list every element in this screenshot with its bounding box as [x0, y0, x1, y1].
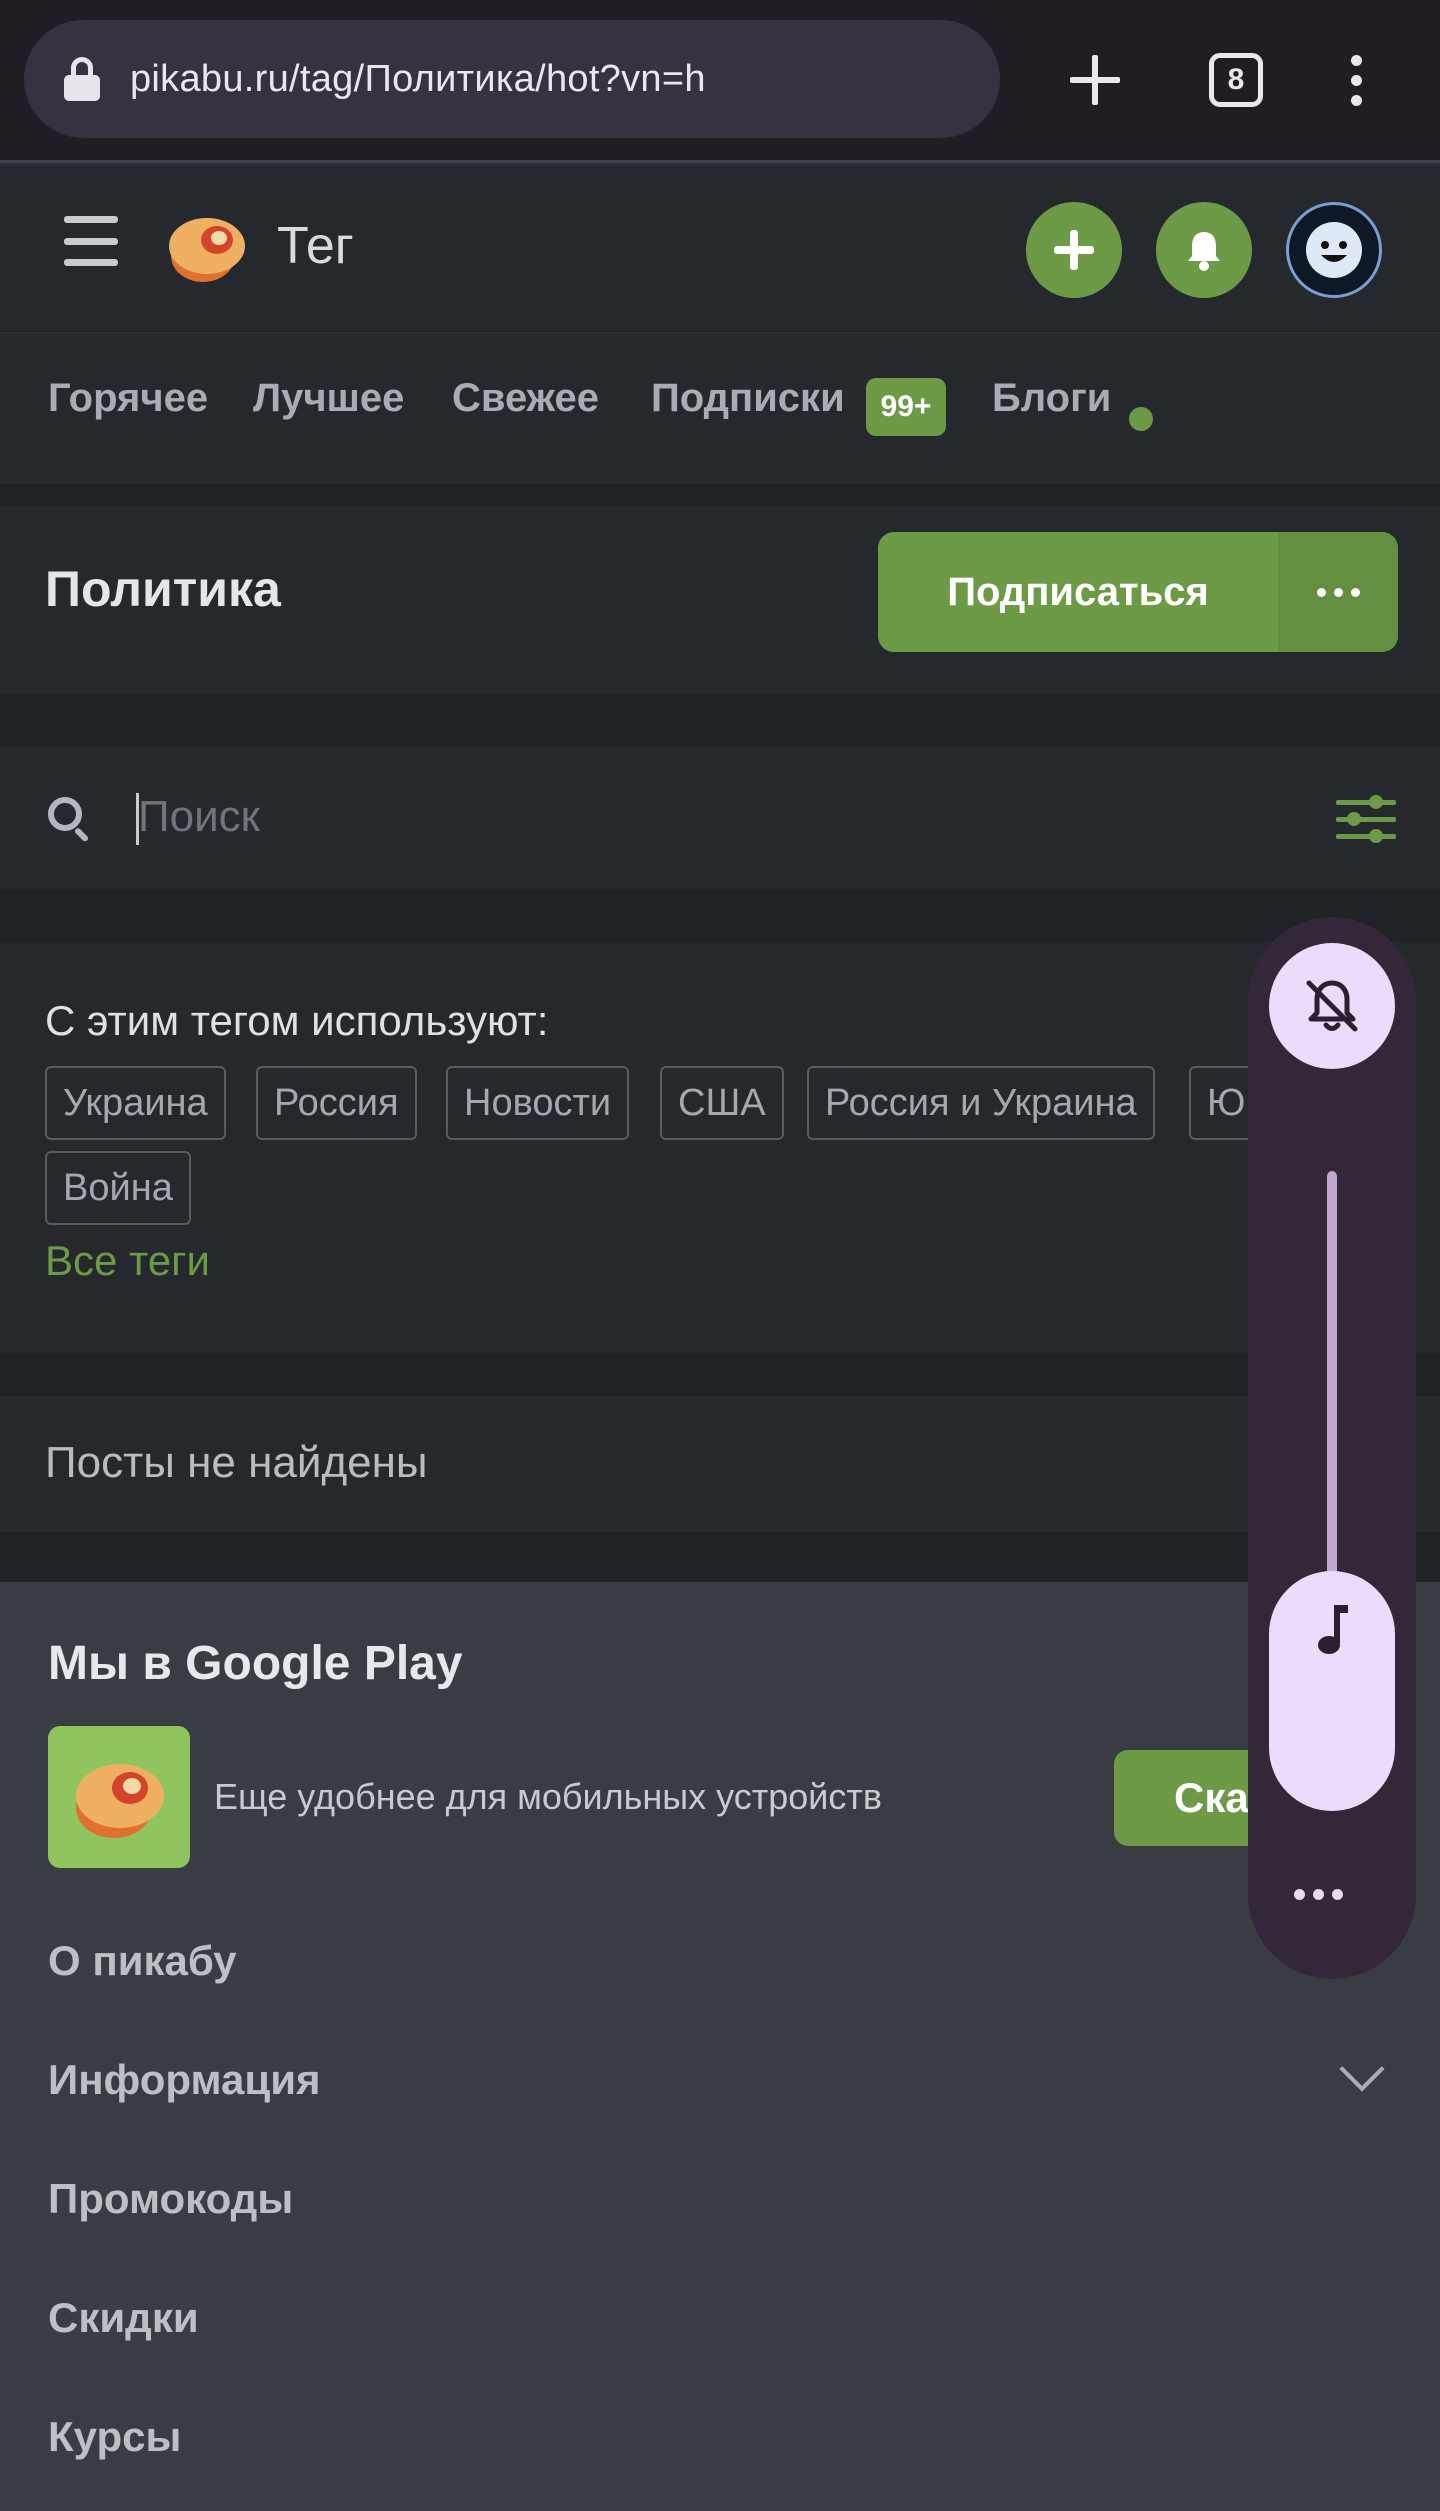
search-bar	[0, 747, 1440, 890]
filter-icon[interactable]	[1336, 794, 1396, 844]
tag-chip[interactable]: Россия и Украина	[807, 1066, 1155, 1140]
more-options-button[interactable]	[1278, 532, 1398, 652]
footer-link-about[interactable]: О пикабу	[48, 1937, 237, 1985]
related-tags-title: С этим тегом используют:	[45, 997, 549, 1044]
browser-toolbar: pikabu.ru/tag/Политика/hot?vn=h 8	[0, 0, 1440, 163]
all-tags-link[interactable]: Все теги	[45, 1237, 210, 1285]
app-icon	[48, 1726, 190, 1868]
divider	[0, 890, 1440, 942]
tab-hot[interactable]: Горячее	[48, 376, 208, 421]
url-text: pikabu.ru/tag/Политика/hot?vn=h	[130, 57, 706, 100]
menu-icon[interactable]	[64, 216, 118, 266]
tab-fresh[interactable]: Свежее	[452, 376, 599, 421]
tag-chip[interactable]: США	[660, 1066, 784, 1140]
browser-menu-button[interactable]	[1316, 40, 1396, 120]
volume-panel	[1248, 917, 1416, 1979]
new-tab-button[interactable]	[1055, 40, 1135, 120]
tab-best[interactable]: Лучшее	[253, 376, 404, 421]
page-title: Тег	[277, 217, 354, 275]
tag-chip[interactable]: Россия	[256, 1066, 417, 1140]
empty-posts-notice: Посты не найдены	[0, 1396, 1440, 1532]
pikabu-logo	[76, 1764, 164, 1838]
subscriptions-count-badge: 99+	[866, 378, 946, 436]
tab-count: 8	[1209, 53, 1263, 107]
chevron-down-icon	[1339, 2046, 1385, 2092]
bell-off-icon	[1306, 980, 1358, 1032]
divider	[0, 1354, 1440, 1396]
subscribe-button[interactable]: Подписаться	[878, 532, 1278, 652]
divider	[0, 695, 1440, 747]
address-bar[interactable]: pikabu.ru/tag/Политика/hot?vn=h	[24, 20, 1000, 138]
footer-link-courses[interactable]: Курсы	[48, 2413, 181, 2461]
tag-header: Политика Подписаться	[0, 505, 1440, 695]
footer-link-discounts[interactable]: Скидки	[48, 2294, 199, 2342]
empty-posts-text: Посты не найдены	[45, 1438, 428, 1487]
volume-slider-track[interactable]	[1327, 1171, 1337, 1621]
footer-link-info[interactable]: Информация	[48, 2056, 321, 2104]
site-header: Тег	[0, 166, 1440, 332]
smiley-avatar-icon	[1306, 222, 1362, 278]
ringer-mode-button[interactable]	[1269, 943, 1395, 1069]
tag-chip[interactable]: Война	[45, 1151, 191, 1225]
volume-settings-button[interactable]	[1294, 1889, 1343, 1900]
feed-tabs: Горячее Лучшее Свежее Подписки 99+ Блоги	[0, 334, 1440, 484]
related-tags: С этим тегом используют: Украина Россия …	[0, 942, 1440, 1354]
search-input[interactable]	[136, 791, 1236, 843]
tag-title: Политика	[45, 561, 281, 617]
more-vertical-icon	[1350, 54, 1362, 106]
tag-chip[interactable]: Украина	[45, 1066, 226, 1140]
notifications-button[interactable]	[1156, 202, 1252, 298]
plus-icon	[1054, 230, 1094, 270]
tag-chip[interactable]: Новости	[446, 1066, 630, 1140]
tab-subscriptions[interactable]: Подписки	[651, 376, 845, 421]
bell-icon	[1188, 232, 1220, 271]
google-play-description: Еще удобнее для мобильных устройств	[214, 1776, 883, 1817]
subscribe-button-group: Подписаться	[878, 532, 1398, 652]
plus-icon	[1070, 55, 1120, 105]
blogs-indicator-dot	[1129, 407, 1153, 431]
music-note-icon	[1318, 1605, 1348, 1654]
search-icon	[48, 797, 82, 831]
tab-switcher-button[interactable]: 8	[1196, 40, 1276, 120]
footer-link-promocodes[interactable]: Промокоды	[48, 2175, 293, 2223]
avatar[interactable]	[1286, 202, 1382, 298]
lock-icon	[64, 57, 100, 101]
tab-blogs[interactable]: Блоги	[992, 376, 1111, 421]
volume-slider-thumb[interactable]	[1269, 1571, 1395, 1811]
google-play-title: Мы в Google Play	[48, 1637, 463, 1690]
pikabu-logo[interactable]	[163, 206, 249, 286]
divider	[0, 484, 1440, 505]
divider	[0, 1532, 1440, 1582]
site-footer: Мы в Google Play Еще удобнее для мобильн…	[0, 1582, 1440, 2511]
add-post-button[interactable]	[1026, 202, 1122, 298]
text-cursor	[136, 793, 139, 845]
